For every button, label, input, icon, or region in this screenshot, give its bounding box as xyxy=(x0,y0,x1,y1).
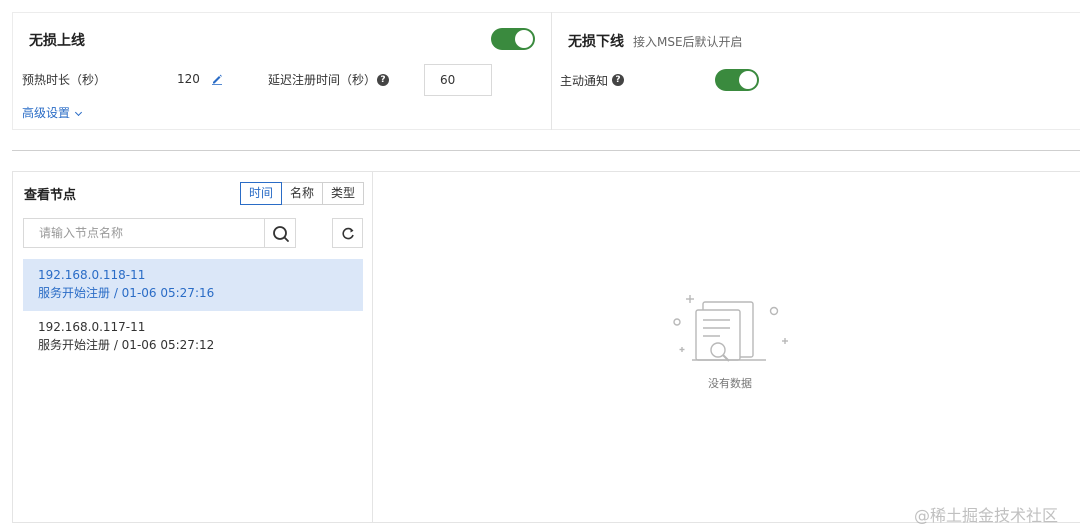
delay-register-input[interactable]: 60 xyxy=(424,64,492,96)
node-event: 服务开始注册 / 01-06 05:27:16 xyxy=(38,286,215,300)
node-search-input[interactable]: 请输入节点名称 xyxy=(23,218,264,248)
active-notify-toggle[interactable] xyxy=(715,69,759,91)
help-icon[interactable]: ? xyxy=(377,74,389,86)
warmup-value: 120 xyxy=(177,72,200,86)
node-list-item[interactable]: 192.168.0.118-11 服务开始注册 / 01-06 05:27:16 xyxy=(23,259,363,311)
empty-state-text: 没有数据 xyxy=(708,377,752,390)
lossless-online-title: 无损上线 xyxy=(29,33,85,49)
lossless-offline-title: 无损下线 xyxy=(568,34,624,50)
node-ip: 192.168.0.117-11 xyxy=(38,320,146,334)
lossless-online-toggle[interactable] xyxy=(491,28,535,50)
advanced-settings-link[interactable]: 高级设置 xyxy=(22,104,83,121)
lossless-offline-hint: 接入MSE后默认开启 xyxy=(633,35,743,49)
edit-icon[interactable] xyxy=(211,73,223,85)
warmup-label: 预热时长（秒） xyxy=(22,73,107,87)
search-icon xyxy=(273,226,289,242)
section-divider xyxy=(12,150,1080,151)
no-data-illustration-icon xyxy=(673,295,788,362)
refresh-icon xyxy=(342,227,354,240)
sort-tab-type[interactable]: 类型 xyxy=(322,182,365,205)
sort-tabs: 时间 名称 类型 xyxy=(240,182,365,205)
delay-register-label: 延迟注册时间（秒） xyxy=(268,73,377,87)
panel-divider xyxy=(551,12,552,130)
node-list-item[interactable]: 192.168.0.117-11 服务开始注册 / 01-06 05:27:12 xyxy=(23,311,363,363)
watermark: @稀土掘金技术社区 xyxy=(914,506,1059,525)
sort-tab-name[interactable]: 名称 xyxy=(281,182,324,205)
sort-tab-time[interactable]: 时间 xyxy=(240,182,283,205)
lossless-offline-panel xyxy=(551,12,1080,130)
refresh-button[interactable] xyxy=(332,218,363,248)
node-ip: 192.168.0.118-11 xyxy=(38,268,146,282)
active-notify-label: 主动通知 xyxy=(560,74,609,88)
node-event: 服务开始注册 / 01-06 05:27:12 xyxy=(38,338,215,352)
advanced-settings-label: 高级设置 xyxy=(22,106,71,120)
search-button[interactable] xyxy=(264,218,296,248)
node-list-title: 查看节点 xyxy=(24,188,77,203)
chevron-down-icon xyxy=(74,108,83,117)
help-icon[interactable]: ? xyxy=(612,74,624,86)
